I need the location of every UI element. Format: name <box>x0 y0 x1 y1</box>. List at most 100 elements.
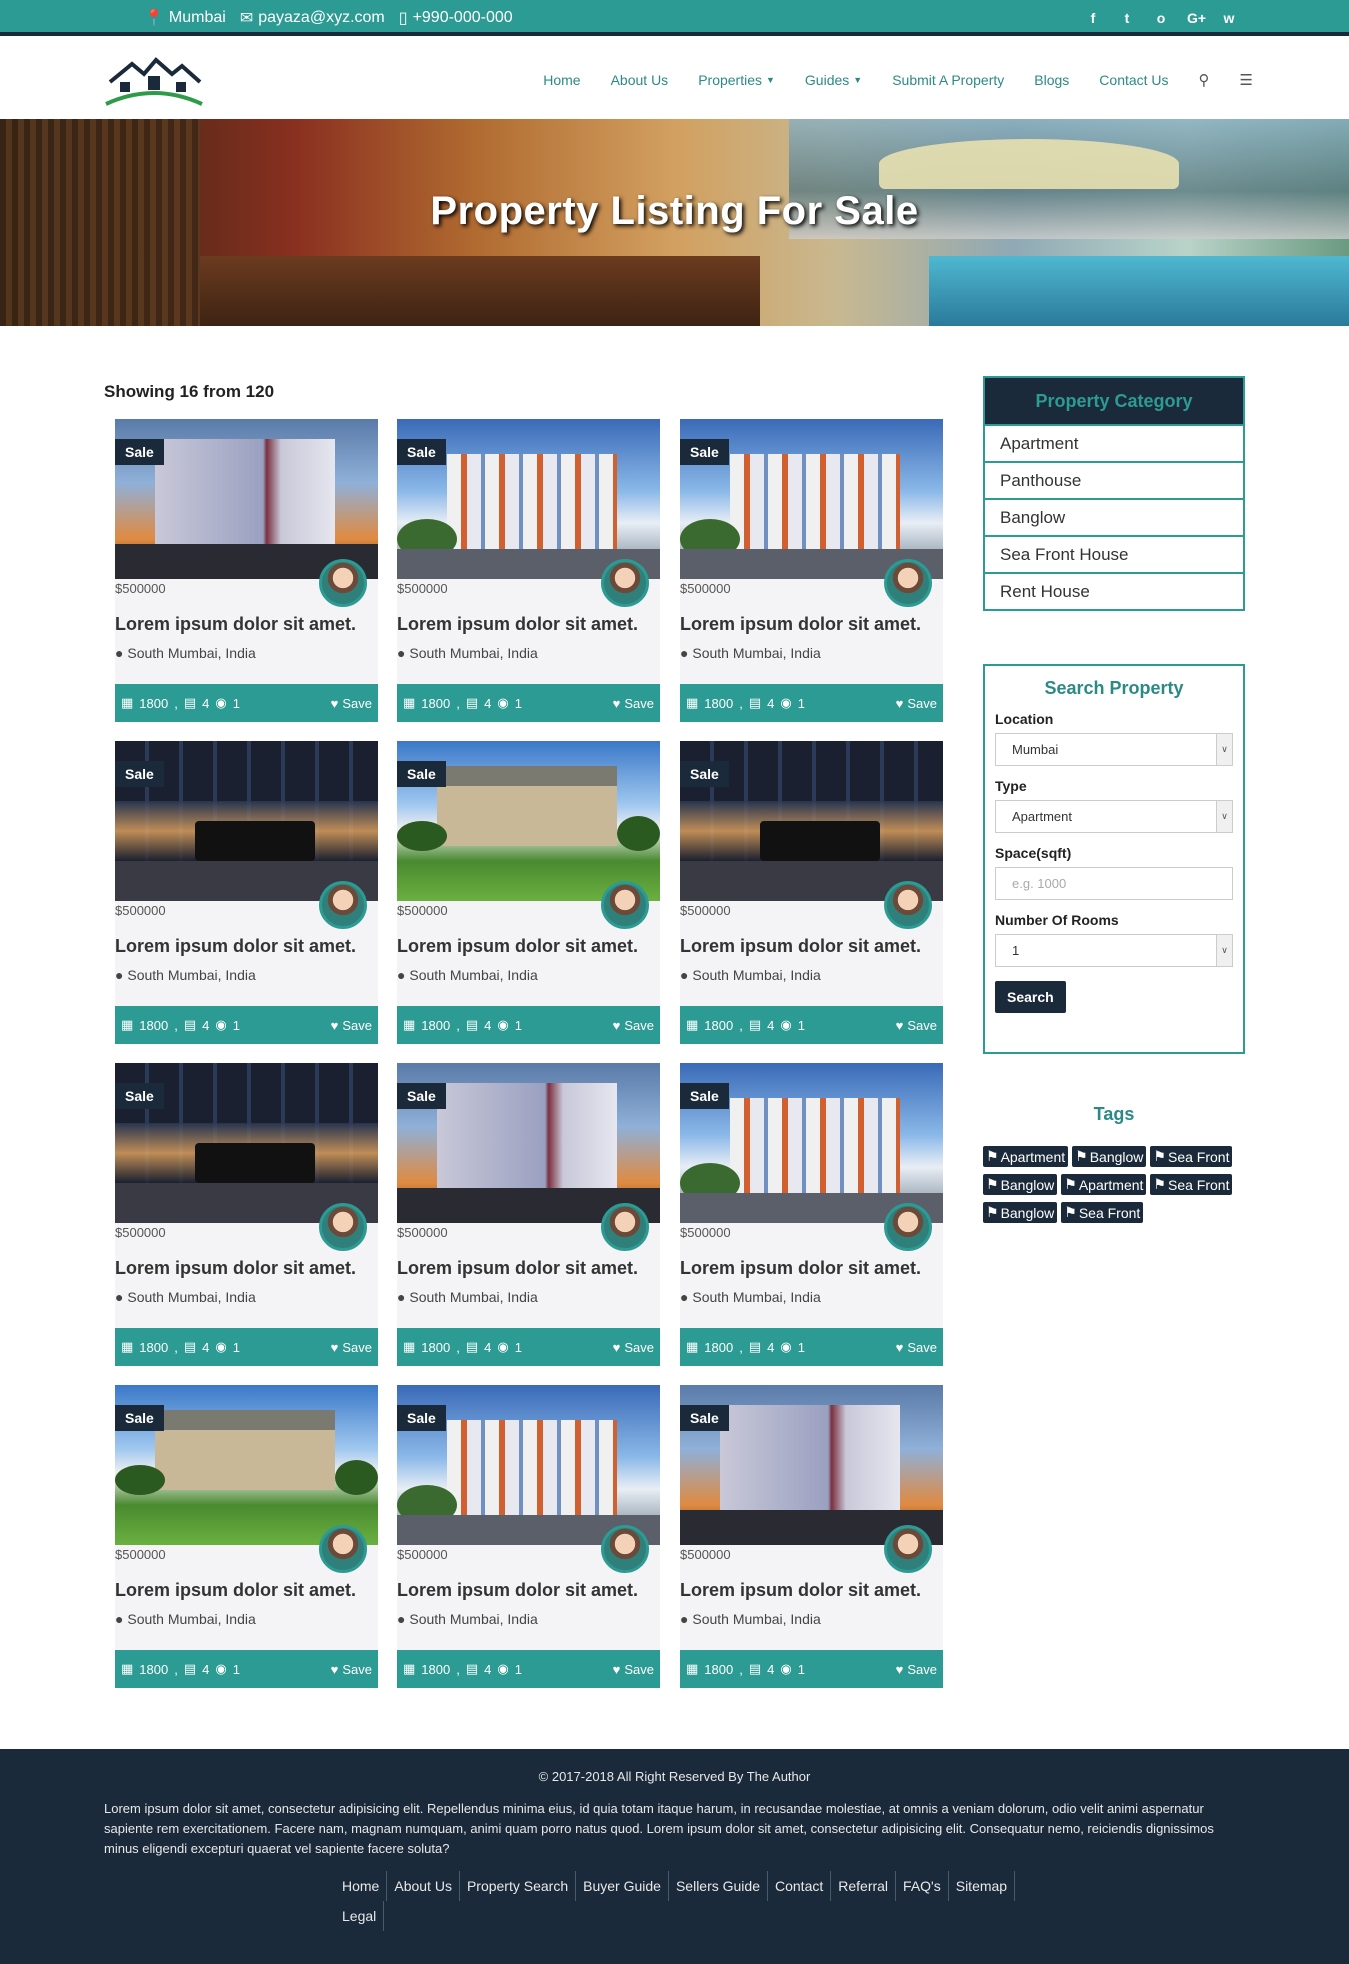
category-item[interactable]: Sea Front House <box>985 535 1243 572</box>
google-plus-icon[interactable]: G+ <box>1187 10 1206 26</box>
footer-link[interactable]: FAQ's <box>896 1871 949 1901</box>
property-title[interactable]: Lorem ipsum dolor sit amet. <box>397 936 638 957</box>
footer-link[interactable]: Property Search <box>460 1871 577 1901</box>
save-button[interactable]: ♥ Save <box>896 696 937 711</box>
property-card[interactable]: Sale $500000 Lorem ipsum dolor sit amet. ● … <box>680 741 943 1044</box>
footer-link[interactable]: Legal <box>335 1901 385 1931</box>
property-title[interactable]: Lorem ipsum dolor sit amet. <box>115 614 356 635</box>
tag-chip[interactable]: ⚑ Sea Front <box>1150 1174 1233 1195</box>
footer-link[interactable]: Contact <box>768 1871 832 1901</box>
agent-avatar[interactable] <box>601 881 649 929</box>
agent-avatar[interactable] <box>884 881 932 929</box>
tag-chip[interactable]: ⚑ Banglow <box>983 1174 1058 1195</box>
nav-properties[interactable]: Properties ▼ <box>698 72 775 88</box>
property-card[interactable]: Sale $500000 Lorem ipsum dolor sit amet. ● … <box>680 1063 943 1366</box>
rooms-select[interactable]: 1 ∨ <box>995 934 1233 967</box>
phone-text[interactable]: +990-000-000 <box>413 9 513 27</box>
tag-chip[interactable]: ⚑ Sea Front <box>1061 1202 1144 1223</box>
nav-home[interactable]: Home <box>543 72 580 88</box>
location-select[interactable]: Mumbai ∨ <box>995 733 1233 766</box>
facebook-icon[interactable]: f <box>1085 10 1101 26</box>
tag-chip[interactable]: ⚑ Banglow <box>1072 1146 1147 1167</box>
category-item[interactable]: Rent House <box>985 572 1243 609</box>
property-card[interactable]: Sale $500000 Lorem ipsum dolor sit amet. ● … <box>115 741 378 1044</box>
email-text[interactable]: payaza@xyz.com <box>258 9 385 27</box>
footer-link[interactable]: Sellers Guide <box>669 1871 768 1901</box>
property-title[interactable]: Lorem ipsum dolor sit amet. <box>680 936 921 957</box>
property-card[interactable]: Sale $500000 Lorem ipsum dolor sit amet. ● … <box>397 741 660 1044</box>
property-card[interactable]: Sale $500000 Lorem ipsum dolor sit amet. ● … <box>397 1063 660 1366</box>
area-icon: ▦ <box>121 1339 134 1354</box>
save-button[interactable]: ♥ Save <box>331 1018 372 1033</box>
agent-avatar[interactable] <box>319 1525 367 1573</box>
twitter-icon[interactable]: t <box>1119 10 1135 26</box>
footer-link[interactable]: About Us <box>387 1871 460 1901</box>
property-title[interactable]: Lorem ipsum dolor sit amet. <box>397 1258 638 1279</box>
space-input[interactable]: e.g. 1000 <box>995 867 1233 900</box>
nav-blogs[interactable]: Blogs <box>1034 72 1069 88</box>
area-value: 1800 <box>704 1339 734 1355</box>
beds-value: 4 <box>202 1017 210 1033</box>
save-button[interactable]: ♥ Save <box>613 1340 654 1355</box>
nav-guides[interactable]: Guides ▼ <box>805 72 862 88</box>
agent-avatar[interactable] <box>884 1203 932 1251</box>
save-button[interactable]: ♥ Save <box>896 1662 937 1677</box>
property-title[interactable]: Lorem ipsum dolor sit amet. <box>397 614 638 635</box>
tag-chip[interactable]: ⚑ Apartment <box>1061 1174 1147 1195</box>
property-title[interactable]: Lorem ipsum dolor sit amet. <box>680 1580 921 1601</box>
property-title[interactable]: Lorem ipsum dolor sit amet. <box>397 1580 638 1601</box>
category-item[interactable]: Apartment <box>985 424 1243 461</box>
agent-avatar[interactable] <box>601 1203 649 1251</box>
tag-chip[interactable]: ⚑ Apartment <box>983 1146 1069 1167</box>
nav-contact-us[interactable]: Contact Us <box>1099 72 1168 88</box>
save-button[interactable]: ♥ Save <box>331 1662 372 1677</box>
category-item[interactable]: Banglow <box>985 498 1243 535</box>
contact-phone[interactable]: ▯ +990-000-000 <box>399 8 513 28</box>
footer-link[interactable]: Referral <box>831 1871 897 1901</box>
footer-link[interactable]: Sitemap <box>949 1871 1016 1901</box>
tag-chip[interactable]: ⚑ Banglow <box>983 1202 1058 1223</box>
agent-avatar[interactable] <box>601 1525 649 1573</box>
logo[interactable] <box>104 52 204 108</box>
heart-icon: ♥ <box>612 1017 621 1033</box>
property-card[interactable]: Sale $500000 Lorem ipsum dolor sit amet. ● … <box>115 1063 378 1366</box>
property-card[interactable]: Sale $500000 Lorem ipsum dolor sit amet. ● … <box>680 419 943 722</box>
property-card[interactable]: Sale $500000 Lorem ipsum dolor sit amet. ● … <box>397 419 660 722</box>
instagram-icon[interactable]: o <box>1153 10 1169 26</box>
agent-avatar[interactable] <box>319 881 367 929</box>
property-card[interactable]: Sale $500000 Lorem ipsum dolor sit amet. ● … <box>680 1385 943 1688</box>
agent-avatar[interactable] <box>884 559 932 607</box>
agent-avatar[interactable] <box>601 559 649 607</box>
agent-avatar[interactable] <box>319 1203 367 1251</box>
save-button[interactable]: ♥ Save <box>613 1018 654 1033</box>
footer-link[interactable]: Home <box>335 1871 388 1901</box>
save-button[interactable]: ♥ Save <box>613 1662 654 1677</box>
save-button[interactable]: ♥ Save <box>331 696 372 711</box>
search-button[interactable]: Search <box>995 981 1066 1013</box>
nav-about-us[interactable]: About Us <box>611 72 669 88</box>
property-meta-bar: ▦ 1800, ▤ 4 ◉ 1 ♥ Save <box>397 1328 660 1366</box>
nav-submit-property[interactable]: Submit A Property <box>892 72 1004 88</box>
property-title[interactable]: Lorem ipsum dolor sit amet. <box>115 1258 356 1279</box>
save-button[interactable]: ♥ Save <box>331 1340 372 1355</box>
property-title[interactable]: Lorem ipsum dolor sit amet. <box>680 1258 921 1279</box>
agent-avatar[interactable] <box>319 559 367 607</box>
property-card[interactable]: Sale $500000 Lorem ipsum dolor sit amet. ● … <box>115 419 378 722</box>
contact-email[interactable]: ✉ payaza@xyz.com <box>240 8 385 28</box>
save-button[interactable]: ♥ Save <box>613 696 654 711</box>
property-title[interactable]: Lorem ipsum dolor sit amet. <box>115 1580 356 1601</box>
search-icon[interactable]: ⚲ <box>1199 71 1210 89</box>
property-card[interactable]: Sale $500000 Lorem ipsum dolor sit amet. ● … <box>115 1385 378 1688</box>
whatsapp-icon[interactable]: w <box>1221 10 1237 26</box>
type-select[interactable]: Apartment ∨ <box>995 800 1233 833</box>
menu-icon[interactable]: ☰ <box>1240 71 1253 89</box>
property-title[interactable]: Lorem ipsum dolor sit amet. <box>115 936 356 957</box>
tag-chip[interactable]: ⚑ Sea Front <box>1150 1146 1233 1167</box>
save-button[interactable]: ♥ Save <box>896 1340 937 1355</box>
property-card[interactable]: Sale $500000 Lorem ipsum dolor sit amet. ● … <box>397 1385 660 1688</box>
save-button[interactable]: ♥ Save <box>896 1018 937 1033</box>
footer-link[interactable]: Buyer Guide <box>576 1871 669 1901</box>
agent-avatar[interactable] <box>884 1525 932 1573</box>
category-item[interactable]: Panthouse <box>985 461 1243 498</box>
property-title[interactable]: Lorem ipsum dolor sit amet. <box>680 614 921 635</box>
